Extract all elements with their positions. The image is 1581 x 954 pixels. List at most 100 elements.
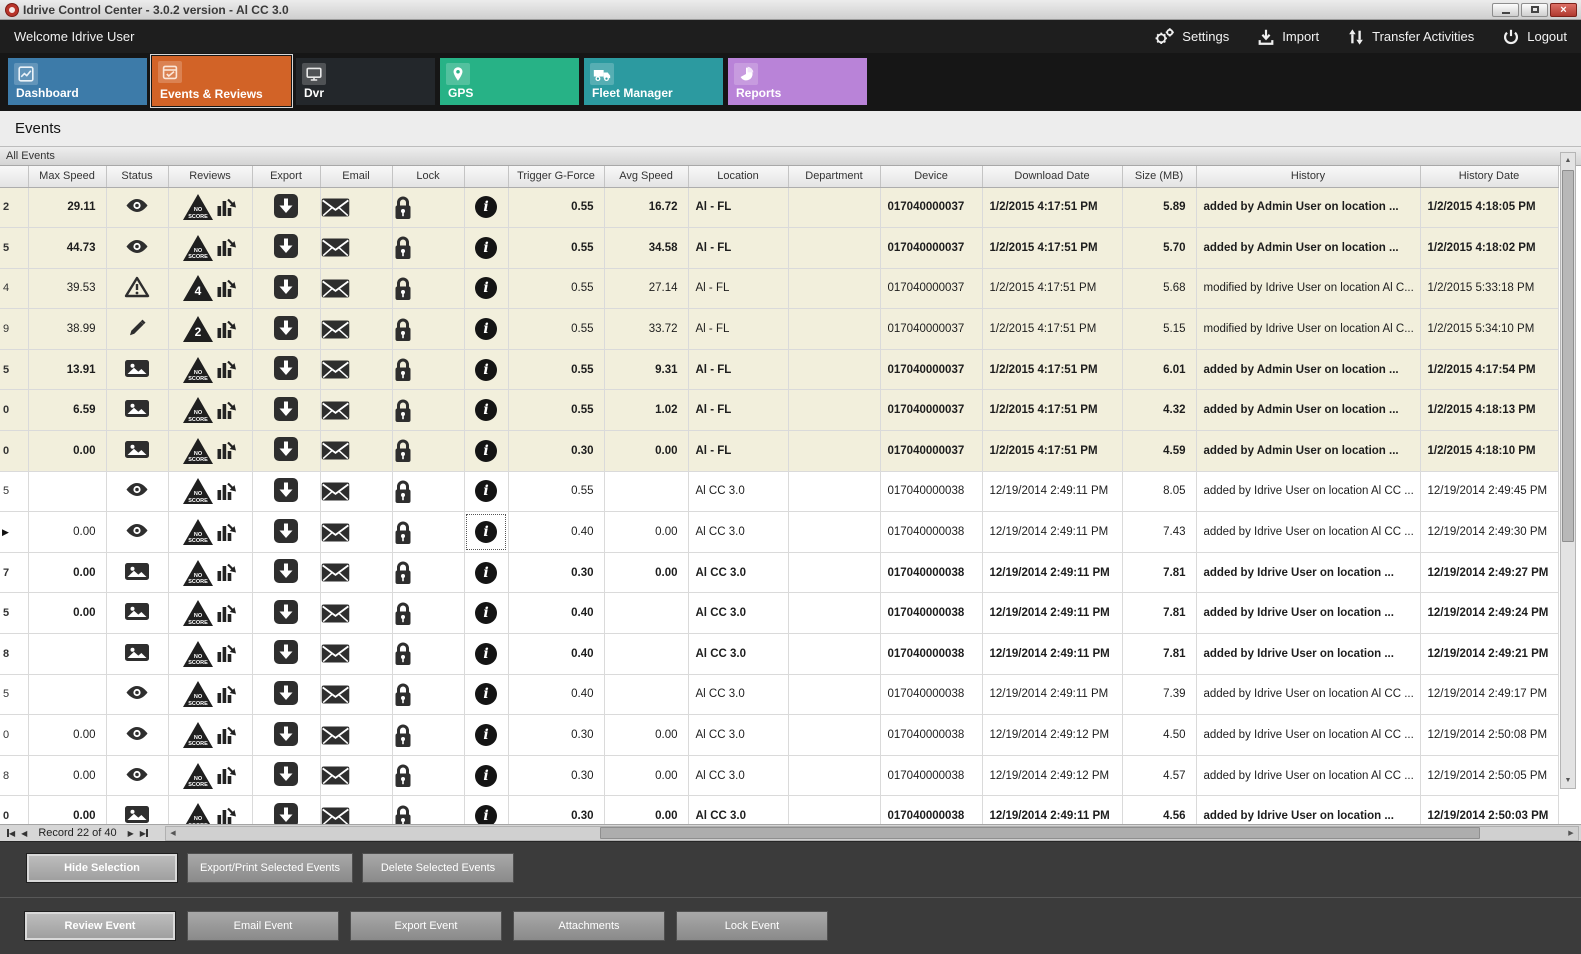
export-cell[interactable] <box>252 796 320 824</box>
info-cell[interactable]: i <box>464 349 508 390</box>
export-cell[interactable] <box>252 634 320 675</box>
trigger-gforce-cell[interactable]: 0.30 <box>508 715 604 756</box>
max-speed-cell[interactable]: 6.59 <box>28 390 106 431</box>
vertical-scrollbar[interactable]: ▲ ▼ <box>1560 152 1576 789</box>
device-cell[interactable]: 017040000038 <box>880 674 982 715</box>
device-cell[interactable]: 017040000038 <box>880 634 982 675</box>
reviews-cell[interactable]: NO SCORE <box>168 715 252 756</box>
row-header-cell[interactable]: ▶ 5 <box>0 228 28 269</box>
row-header-cell[interactable]: ▶ 2 <box>0 187 28 228</box>
location-cell[interactable]: Al CC 3.0 <box>688 715 788 756</box>
tab-dashboard[interactable]: Dashboard <box>8 58 147 105</box>
info-cell[interactable]: i <box>464 390 508 431</box>
column-header-export[interactable]: Export <box>252 166 320 187</box>
size-cell[interactable]: 7.81 <box>1122 593 1196 634</box>
email-cell[interactable] <box>320 634 392 675</box>
email-cell[interactable] <box>320 796 392 824</box>
download-date-cell[interactable]: 12/19/2014 2:49:11 PM <box>982 512 1122 553</box>
row-header-cell[interactable]: ▶ 0 <box>0 796 28 824</box>
department-cell[interactable] <box>788 390 880 431</box>
max-speed-cell[interactable]: 0.00 <box>28 431 106 472</box>
size-cell[interactable]: 7.81 <box>1122 552 1196 593</box>
max-speed-cell[interactable]: 44.73 <box>28 228 106 269</box>
location-cell[interactable]: Al CC 3.0 <box>688 512 788 553</box>
history-cell[interactable]: modified by Idrive User on location Al C… <box>1196 309 1420 350</box>
trigger-gforce-cell[interactable]: 0.40 <box>508 634 604 675</box>
column-header-hdate[interactable]: History Date <box>1420 166 1558 187</box>
history-cell[interactable]: added by Idrive User on location Al CC .… <box>1196 674 1420 715</box>
export-button[interactable] <box>274 356 298 380</box>
history-date-cell[interactable]: 12/19/2014 2:49:27 PM <box>1420 552 1558 593</box>
lock-cell[interactable] <box>392 634 464 675</box>
export-print-selected-events-button[interactable]: Export/Print Selected Events <box>187 853 353 883</box>
avg-speed-cell[interactable] <box>604 593 688 634</box>
department-cell[interactable] <box>788 187 880 228</box>
location-cell[interactable]: Al CC 3.0 <box>688 674 788 715</box>
reviews-cell[interactable]: NO SCORE <box>168 634 252 675</box>
email-cell[interactable] <box>320 349 392 390</box>
department-cell[interactable] <box>788 715 880 756</box>
device-cell[interactable]: 017040000038 <box>880 755 982 796</box>
download-date-cell[interactable]: 12/19/2014 2:49:11 PM <box>982 796 1122 824</box>
status-cell[interactable] <box>106 268 168 309</box>
info-cell[interactable]: i <box>464 431 508 472</box>
reviews-cell[interactable]: NO SCORE <box>168 390 252 431</box>
tab-reports[interactable]: Reports <box>728 58 867 105</box>
history-cell[interactable]: added by Admin User on location ... <box>1196 349 1420 390</box>
download-date-cell[interactable]: 12/19/2014 2:49:11 PM <box>982 471 1122 512</box>
column-header-avg[interactable]: Avg Speed <box>604 166 688 187</box>
email-cell[interactable] <box>320 309 392 350</box>
email-cell[interactable] <box>320 471 392 512</box>
row-header-cell[interactable]: ▶ 8 <box>0 634 28 675</box>
history-cell[interactable]: added by Idrive User on location Al CC .… <box>1196 471 1420 512</box>
size-cell[interactable]: 4.50 <box>1122 715 1196 756</box>
avg-speed-cell[interactable]: 1.02 <box>604 390 688 431</box>
device-cell[interactable]: 017040000038 <box>880 471 982 512</box>
status-cell[interactable] <box>106 512 168 553</box>
status-cell[interactable] <box>106 674 168 715</box>
export-button[interactable] <box>274 519 298 543</box>
trigger-gforce-cell[interactable]: 0.40 <box>508 674 604 715</box>
device-cell[interactable]: 017040000037 <box>880 268 982 309</box>
lock-cell[interactable] <box>392 268 464 309</box>
avg-speed-cell[interactable]: 0.00 <box>604 715 688 756</box>
history-date-cell[interactable]: 1/2/2015 4:18:13 PM <box>1420 390 1558 431</box>
table-row[interactable]: ▶ 8 <box>0 634 1558 675</box>
export-cell[interactable] <box>252 431 320 472</box>
status-cell[interactable] <box>106 431 168 472</box>
lock-cell[interactable] <box>392 349 464 390</box>
export-cell[interactable] <box>252 349 320 390</box>
size-cell[interactable]: 4.59 <box>1122 431 1196 472</box>
avg-speed-cell[interactable]: 0.00 <box>604 796 688 824</box>
location-cell[interactable]: Al - FL <box>688 431 788 472</box>
status-cell[interactable] <box>106 309 168 350</box>
download-date-cell[interactable]: 1/2/2015 4:17:51 PM <box>982 228 1122 269</box>
email-cell[interactable] <box>320 268 392 309</box>
column-header-size[interactable]: Size (MB) <box>1122 166 1196 187</box>
info-cell[interactable]: i <box>464 715 508 756</box>
column-header-location[interactable]: Location <box>688 166 788 187</box>
max-speed-cell[interactable]: 13.91 <box>28 349 106 390</box>
table-row[interactable]: ▶ 0 0.00 <box>0 431 1558 472</box>
trigger-gforce-cell[interactable]: 0.30 <box>508 552 604 593</box>
horizontal-scrollbar-thumb[interactable] <box>600 827 1480 839</box>
table-row[interactable]: ▶ 0 0.00 <box>0 715 1558 756</box>
status-cell[interactable] <box>106 755 168 796</box>
export-cell[interactable] <box>252 755 320 796</box>
download-date-cell[interactable]: 12/19/2014 2:49:11 PM <box>982 634 1122 675</box>
history-date-cell[interactable]: 12/19/2014 2:49:17 PM <box>1420 674 1558 715</box>
history-date-cell[interactable]: 1/2/2015 4:18:05 PM <box>1420 187 1558 228</box>
trigger-gforce-cell[interactable]: 0.55 <box>508 471 604 512</box>
history-date-cell[interactable]: 1/2/2015 4:17:54 PM <box>1420 349 1558 390</box>
max-speed-cell[interactable]: 0.00 <box>28 512 106 553</box>
download-date-cell[interactable]: 1/2/2015 4:17:51 PM <box>982 187 1122 228</box>
location-cell[interactable]: Al CC 3.0 <box>688 634 788 675</box>
tab-gps[interactable]: GPS <box>440 58 579 105</box>
table-row[interactable]: ▶ 5 <box>0 471 1558 512</box>
lock-cell[interactable] <box>392 187 464 228</box>
size-cell[interactable]: 5.68 <box>1122 268 1196 309</box>
email-cell[interactable] <box>320 228 392 269</box>
history-date-cell[interactable]: 1/2/2015 5:33:18 PM <box>1420 268 1558 309</box>
trigger-gforce-cell[interactable]: 0.30 <box>508 431 604 472</box>
department-cell[interactable] <box>788 593 880 634</box>
